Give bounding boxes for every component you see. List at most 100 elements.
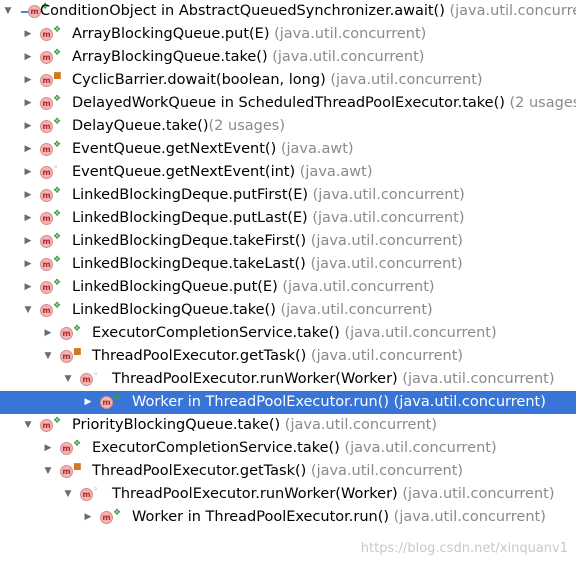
tree-node[interactable]: ▶ m ❖ LinkedBlockingDeque.putLast(E) (java.… — [0, 207, 576, 230]
package-location: (java.util.concurrent) — [310, 256, 463, 272]
public-modifier-icon: ❖ — [53, 25, 62, 35]
tree-node[interactable]: ▼ m ◦ ThreadPoolExecutor.runWorker(Worker) … — [0, 368, 576, 391]
public-modifier-icon: ❖ — [53, 278, 62, 288]
tree-node[interactable]: ▶ m ❖ ExecutorCompletionService.take() (jav… — [0, 437, 576, 460]
method-icon: m — [100, 511, 113, 524]
expanded-toggle-icon[interactable]: ▼ — [42, 345, 54, 368]
tree-node[interactable]: ▶ m ❖ Worker in ThreadPoolExecutor.run() (j… — [0, 391, 576, 414]
collapsed-toggle-icon[interactable]: ▶ — [82, 391, 94, 414]
collapsed-toggle-icon[interactable]: ▶ — [82, 506, 94, 529]
expanded-toggle-icon[interactable]: ▼ — [22, 299, 34, 322]
method-name: ConditionObject in AbstractQueuedSynchro… — [40, 3, 445, 19]
tree-node[interactable]: ▶ m ❖ LinkedBlockingDeque.putFirst(E) (java… — [0, 184, 576, 207]
tree-node-label: LinkedBlockingDeque.takeFirst() (java.ut… — [72, 230, 463, 253]
tree-node[interactable]: ▶ m ❖ LinkedBlockingDeque.takeFirst() (java… — [0, 230, 576, 253]
collapsed-toggle-icon[interactable]: ▶ — [22, 69, 34, 92]
tree-node[interactable]: ▶ m ❖ DelayQueue.take()(2 usages) — [0, 115, 576, 138]
private-modifier-icon: ■ — [73, 462, 82, 472]
collapsed-toggle-icon[interactable]: ▶ — [22, 184, 34, 207]
public-modifier-icon: ❖ — [53, 140, 62, 150]
tree-node[interactable]: ▶ m ❖ DelayedWorkQueue in ScheduledThreadPo… — [0, 92, 576, 115]
public-modifier-icon: ❖ — [53, 209, 62, 219]
method-name: LinkedBlockingQueue.take() — [72, 302, 276, 318]
package-location: (java.util.concurrent) — [393, 509, 546, 525]
method-name: DelayQueue.take() — [72, 118, 209, 134]
tree-node[interactable]: ▶ m ❖ EventQueue.getNextEvent() (java.awt) — [0, 138, 576, 161]
collapsed-toggle-icon[interactable]: ▶ — [22, 92, 34, 115]
method-icon: m — [40, 51, 53, 64]
package-location: (java.util.concurrent) — [393, 394, 546, 410]
method-icon: m — [40, 304, 53, 317]
method-name: ThreadPoolExecutor.runWorker(Worker) — [112, 486, 398, 502]
tree-node-label: ArrayBlockingQueue.take() (java.util.con… — [72, 46, 424, 69]
collapsed-toggle-icon[interactable]: ▶ — [22, 138, 34, 161]
package-location: (java.awt) — [280, 141, 354, 157]
tree-node[interactable]: ▶ m ❖ ArrayBlockingQueue.put(E) (java.util.… — [0, 23, 576, 46]
package-location: (java.util.concurrent) — [310, 463, 464, 479]
tree-node[interactable]: ▶ m ◦ EventQueue.getNextEvent(int) (java.aw… — [0, 161, 576, 184]
method-icon: m — [40, 97, 53, 110]
expanded-toggle-icon[interactable]: ▼ — [62, 368, 74, 391]
tree-node[interactable]: ▼ m ■ ThreadPoolExecutor.getTask() (java.ut… — [0, 460, 576, 483]
public-modifier-icon: ❖ — [53, 48, 62, 58]
method-name: ArrayBlockingQueue.put(E) — [72, 26, 270, 42]
method-icon: m — [60, 465, 73, 478]
package-location: (java.awt) — [299, 164, 373, 180]
method-name: LinkedBlockingQueue.put(E) — [72, 279, 278, 295]
package-modifier-icon: ◦ — [93, 370, 99, 380]
tree-node[interactable]: ▼ m ◦ ThreadPoolExecutor.runWorker(Worker) … — [0, 483, 576, 506]
tree-node-label: ThreadPoolExecutor.runWorker(Worker) (ja… — [112, 483, 555, 506]
method-name: ArrayBlockingQueue.take() — [72, 49, 268, 65]
method-icon: m — [100, 396, 113, 409]
method-icon: m — [40, 258, 53, 271]
method-name: ExecutorCompletionService.take() — [92, 325, 340, 341]
collapsed-toggle-icon[interactable]: ▶ — [22, 46, 34, 69]
tree-node-label: DelayQueue.take()(2 usages) — [72, 115, 285, 138]
tree-node[interactable]: ▶ m ❖ LinkedBlockingQueue.put(E) (java.util… — [0, 276, 576, 299]
collapsed-toggle-icon[interactable]: ▶ — [22, 115, 34, 138]
method-name: PriorityBlockingQueue.take() — [72, 417, 281, 433]
expanded-toggle-icon[interactable]: ▼ — [42, 460, 54, 483]
expanded-toggle-icon[interactable]: ▼ — [2, 0, 14, 23]
tree-node[interactable]: ▼ m ❖ PriorityBlockingQueue.take() (java.ut… — [0, 414, 576, 437]
tree-node[interactable]: ▼ m ❖ LinkedBlockingQueue.take() (java.util… — [0, 299, 576, 322]
collapsed-toggle-icon[interactable]: ▶ — [22, 161, 34, 184]
method-icon: m — [60, 327, 73, 340]
package-location: (java.util.concurrent) — [280, 302, 433, 318]
tree-node[interactable]: ▶ m ❖ Worker in ThreadPoolExecutor.run() (j… — [0, 506, 576, 529]
collapsed-toggle-icon[interactable]: ▶ — [22, 23, 34, 46]
collapsed-toggle-icon[interactable]: ▶ — [22, 253, 34, 276]
private-modifier-icon: ■ — [53, 71, 62, 81]
tree-node[interactable]: ▶ m ❖ ArrayBlockingQueue.take() (java.util.… — [0, 46, 576, 69]
collapsed-toggle-icon[interactable]: ▶ — [22, 207, 34, 230]
public-modifier-icon: ❖ — [73, 439, 82, 449]
package-modifier-icon: ◦ — [93, 485, 99, 495]
public-modifier-icon: ❖ — [53, 301, 62, 311]
method-name: LinkedBlockingDeque.putFirst(E) — [72, 187, 309, 203]
collapsed-toggle-icon[interactable]: ▶ — [22, 230, 34, 253]
tree-node-label: LinkedBlockingDeque.takeLast() (java.uti… — [72, 253, 463, 276]
collapsed-toggle-icon[interactable]: ▶ — [42, 322, 54, 345]
method-icon: m — [80, 488, 93, 501]
expanded-toggle-icon[interactable]: ▼ — [22, 414, 34, 437]
method-icon: m — [40, 419, 53, 432]
tree-node-label: LinkedBlockingDeque.putLast(E) (java.uti… — [72, 207, 465, 230]
collapsed-toggle-icon[interactable]: ▶ — [22, 276, 34, 299]
method-name: ThreadPoolExecutor.runWorker(Worker) — [112, 371, 398, 387]
tree-node-label: DelayedWorkQueue in ScheduledThreadPoolE… — [72, 92, 576, 115]
method-name: Worker in ThreadPoolExecutor.run() — [132, 509, 390, 525]
method-icon: m — [40, 189, 53, 202]
package-location: (java.util.concurrent) — [284, 417, 437, 433]
expanded-toggle-icon[interactable]: ▼ — [62, 483, 74, 506]
package-location: (java.util.concurrent) — [310, 348, 464, 364]
tree-node[interactable]: ▶ m ❖ ExecutorCompletionService.take() (jav… — [0, 322, 576, 345]
tree-node[interactable]: ▼ m ■ ThreadPoolExecutor.getTask() (java.ut… — [0, 345, 576, 368]
tree-node[interactable]: ▶ m ■ CyclicBarrier.dowait(boolean, long) (… — [0, 69, 576, 92]
method-name: LinkedBlockingDeque.takeFirst() — [72, 233, 307, 249]
tree-node[interactable]: ▼ → m ❖ ConditionObject in AbstractQueuedSyn… — [0, 0, 576, 23]
collapsed-toggle-icon[interactable]: ▶ — [42, 437, 54, 460]
method-icon: m — [40, 212, 53, 225]
tree-node[interactable]: ▶ m ❖ LinkedBlockingDeque.takeLast() (java.… — [0, 253, 576, 276]
method-icon: m — [40, 281, 53, 294]
package-location: (java.util.concurrent) — [310, 233, 463, 249]
